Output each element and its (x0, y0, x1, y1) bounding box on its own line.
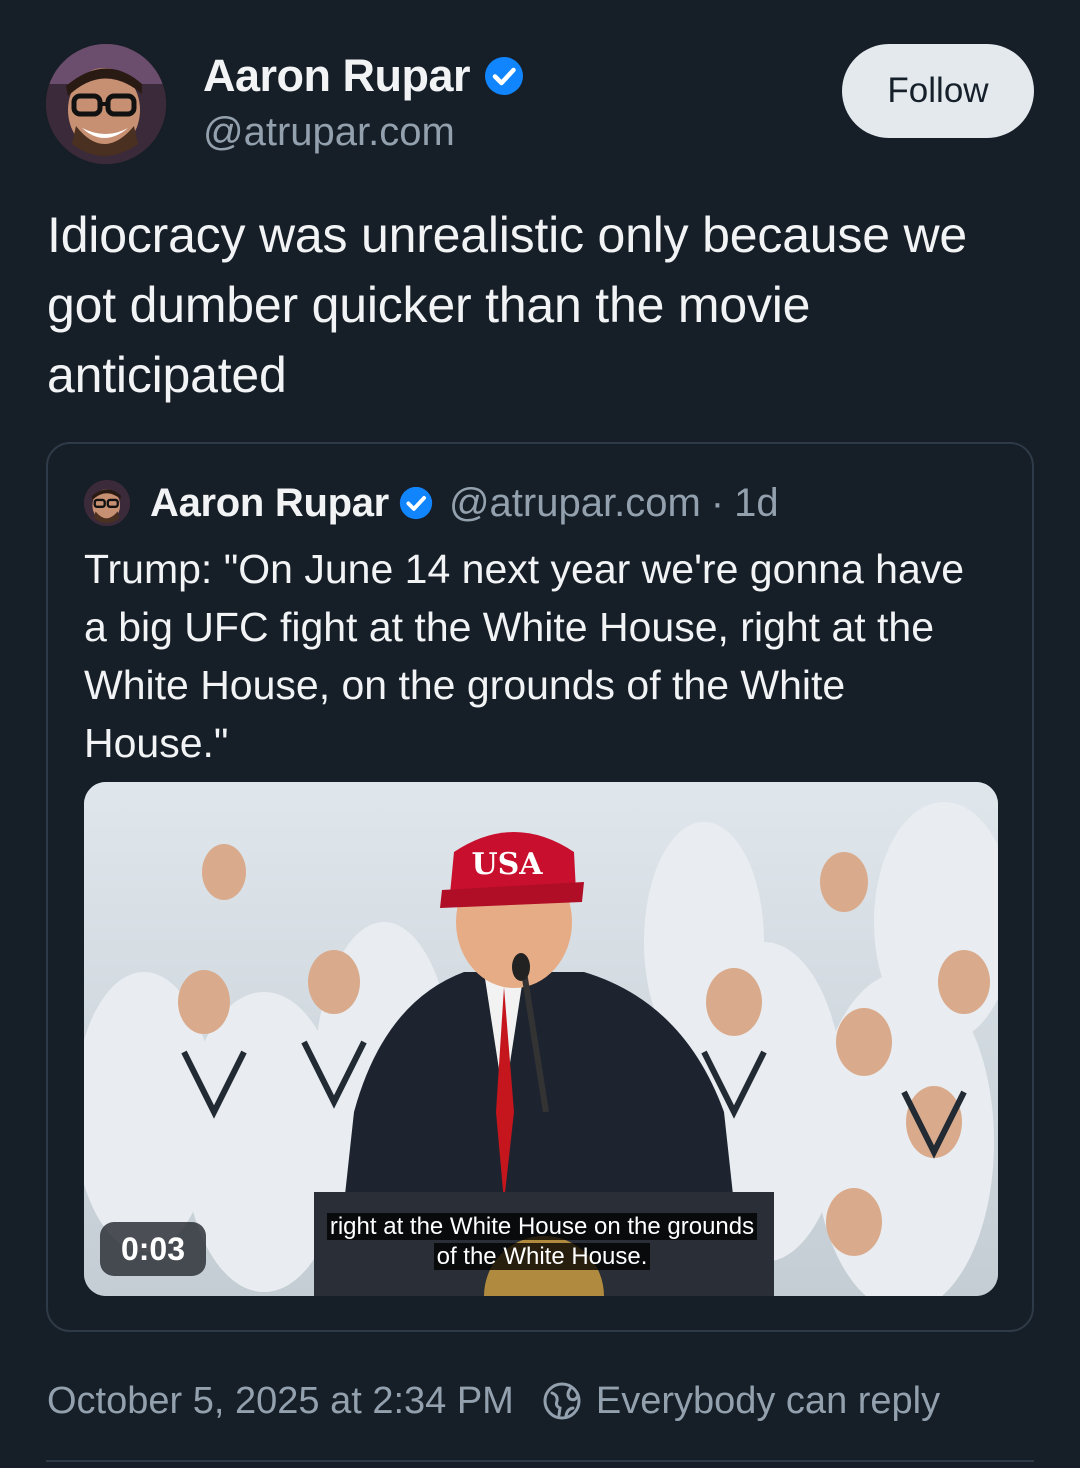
separator-dot: · (710, 480, 725, 525)
quoted-author-handle[interactable]: @atrupar.com (449, 481, 701, 526)
quoted-author-name[interactable]: Aaron Rupar (150, 481, 389, 526)
reply-setting-label: Everybody can reply (595, 1379, 941, 1422)
verified-badge-icon (399, 486, 433, 520)
quoted-post[interactable]: Aaron Rupar @atrupar.com · 1d Trump: "On… (46, 442, 1034, 1332)
author-handle[interactable]: @atrupar.com (203, 110, 455, 155)
video-caption: right at the White House on the grounds … (312, 1212, 772, 1272)
avatar-image (46, 44, 166, 164)
reply-setting[interactable]: Everybody can reply (542, 1380, 940, 1423)
author-name-row: Aaron Rupar (203, 48, 524, 104)
quoted-post-header: Aaron Rupar @atrupar.com · 1d (84, 478, 779, 528)
post-timestamp[interactable]: October 5, 2025 at 2:34 PM (47, 1380, 514, 1423)
follow-button[interactable]: Follow (842, 44, 1034, 138)
author-name[interactable]: Aaron Rupar (203, 50, 471, 102)
caption-line-2: of the White House. (433, 1243, 651, 1270)
quoted-post-text: Trump: "On June 14 next year we're gonna… (84, 546, 965, 766)
quoted-post-time: 1d (734, 480, 779, 525)
author-avatar[interactable] (46, 44, 166, 164)
video-duration-badge: 0:03 (100, 1222, 206, 1276)
caption-line-1: right at the White House on the grounds (326, 1213, 758, 1240)
hat-text: USA (471, 847, 543, 882)
video-player[interactable]: USA 0:03 right at the White House on the… (84, 782, 998, 1296)
quoted-author-avatar[interactable] (84, 480, 130, 526)
globe-icon (543, 1382, 581, 1420)
post-text: Idiocracy was unrealistic only because w… (47, 207, 968, 403)
post-footer: October 5, 2025 at 2:34 PM Everybody can… (47, 1376, 940, 1426)
post: Aaron Rupar @atrupar.com Follow Idiocrac… (0, 0, 1080, 1468)
divider (46, 1460, 1034, 1462)
avatar-image (84, 480, 130, 526)
verified-badge-icon (484, 56, 524, 96)
